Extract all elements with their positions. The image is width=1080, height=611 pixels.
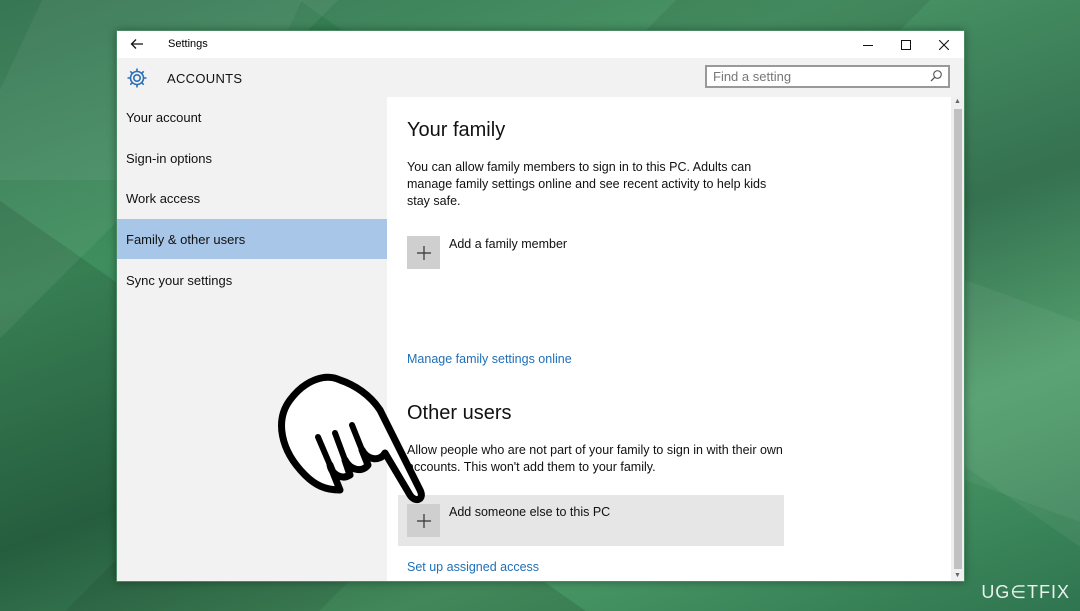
close-icon bbox=[939, 39, 949, 50]
gear-icon bbox=[127, 68, 147, 88]
maximize-button[interactable] bbox=[887, 31, 925, 58]
sidebar-item-work-access[interactable]: Work access bbox=[117, 178, 387, 218]
family-description: You can allow family members to sign in … bbox=[407, 160, 767, 208]
sidebar-item-label: Family & other users bbox=[126, 231, 246, 247]
sidebar-item-label: Sync your settings bbox=[126, 272, 233, 288]
back-arrow-icon[interactable] bbox=[129, 36, 145, 52]
sidebar-item-sync-settings[interactable]: Sync your settings bbox=[117, 260, 387, 300]
settings-window: Settings ACCOUNTS Yo bbox=[116, 30, 965, 582]
search-box[interactable] bbox=[705, 65, 950, 88]
page-title: ACCOUNTS bbox=[167, 71, 243, 86]
pointing-hand-icon bbox=[278, 373, 425, 504]
add-family-member-button[interactable]: Add a family member bbox=[398, 227, 784, 278]
title-bar: Settings bbox=[117, 31, 964, 58]
sidebar-item-family-other-users[interactable]: Family & other users bbox=[117, 219, 387, 259]
search-input[interactable] bbox=[707, 67, 933, 86]
your-family-heading: Your family bbox=[407, 119, 506, 141]
settings-header: ACCOUNTS bbox=[117, 58, 964, 97]
watermark-logo: UG∈TFIX bbox=[981, 582, 1070, 602]
sidebar-item-sign-in-options[interactable]: Sign-in options bbox=[117, 138, 387, 178]
sidebar-item-label: Sign-in options bbox=[126, 150, 212, 166]
search-icon[interactable] bbox=[929, 69, 943, 83]
vertical-scrollbar[interactable]: ▲ ▼ bbox=[951, 97, 964, 581]
assigned-access-link[interactable]: Set up assigned access bbox=[407, 560, 539, 574]
minimize-icon bbox=[863, 44, 873, 46]
add-someone-else-label: Add someone else to this PC bbox=[449, 505, 611, 519]
sidebar-item-label: Your account bbox=[126, 109, 202, 125]
sidebar-item-label: Work access bbox=[126, 190, 201, 206]
scroll-thumb[interactable] bbox=[954, 109, 962, 569]
sidebar-item-your-account[interactable]: Your account bbox=[117, 97, 387, 137]
add-family-member-label: Add a family member bbox=[449, 237, 568, 251]
scroll-down-arrow-icon[interactable]: ▼ bbox=[951, 571, 964, 581]
content-pane: Your family You can allow family members… bbox=[387, 97, 951, 581]
window-title: Settings bbox=[168, 38, 208, 50]
plus-icon bbox=[407, 236, 440, 269]
manage-family-link[interactable]: Manage family settings online bbox=[407, 352, 572, 366]
scroll-up-arrow-icon[interactable]: ▲ bbox=[951, 97, 964, 107]
maximize-icon bbox=[901, 39, 911, 50]
close-button[interactable] bbox=[925, 31, 963, 58]
add-someone-else-button[interactable]: Add someone else to this PC bbox=[398, 495, 784, 546]
minimize-button[interactable] bbox=[849, 31, 887, 58]
other-users-description: Allow people who are not part of your fa… bbox=[407, 443, 783, 474]
